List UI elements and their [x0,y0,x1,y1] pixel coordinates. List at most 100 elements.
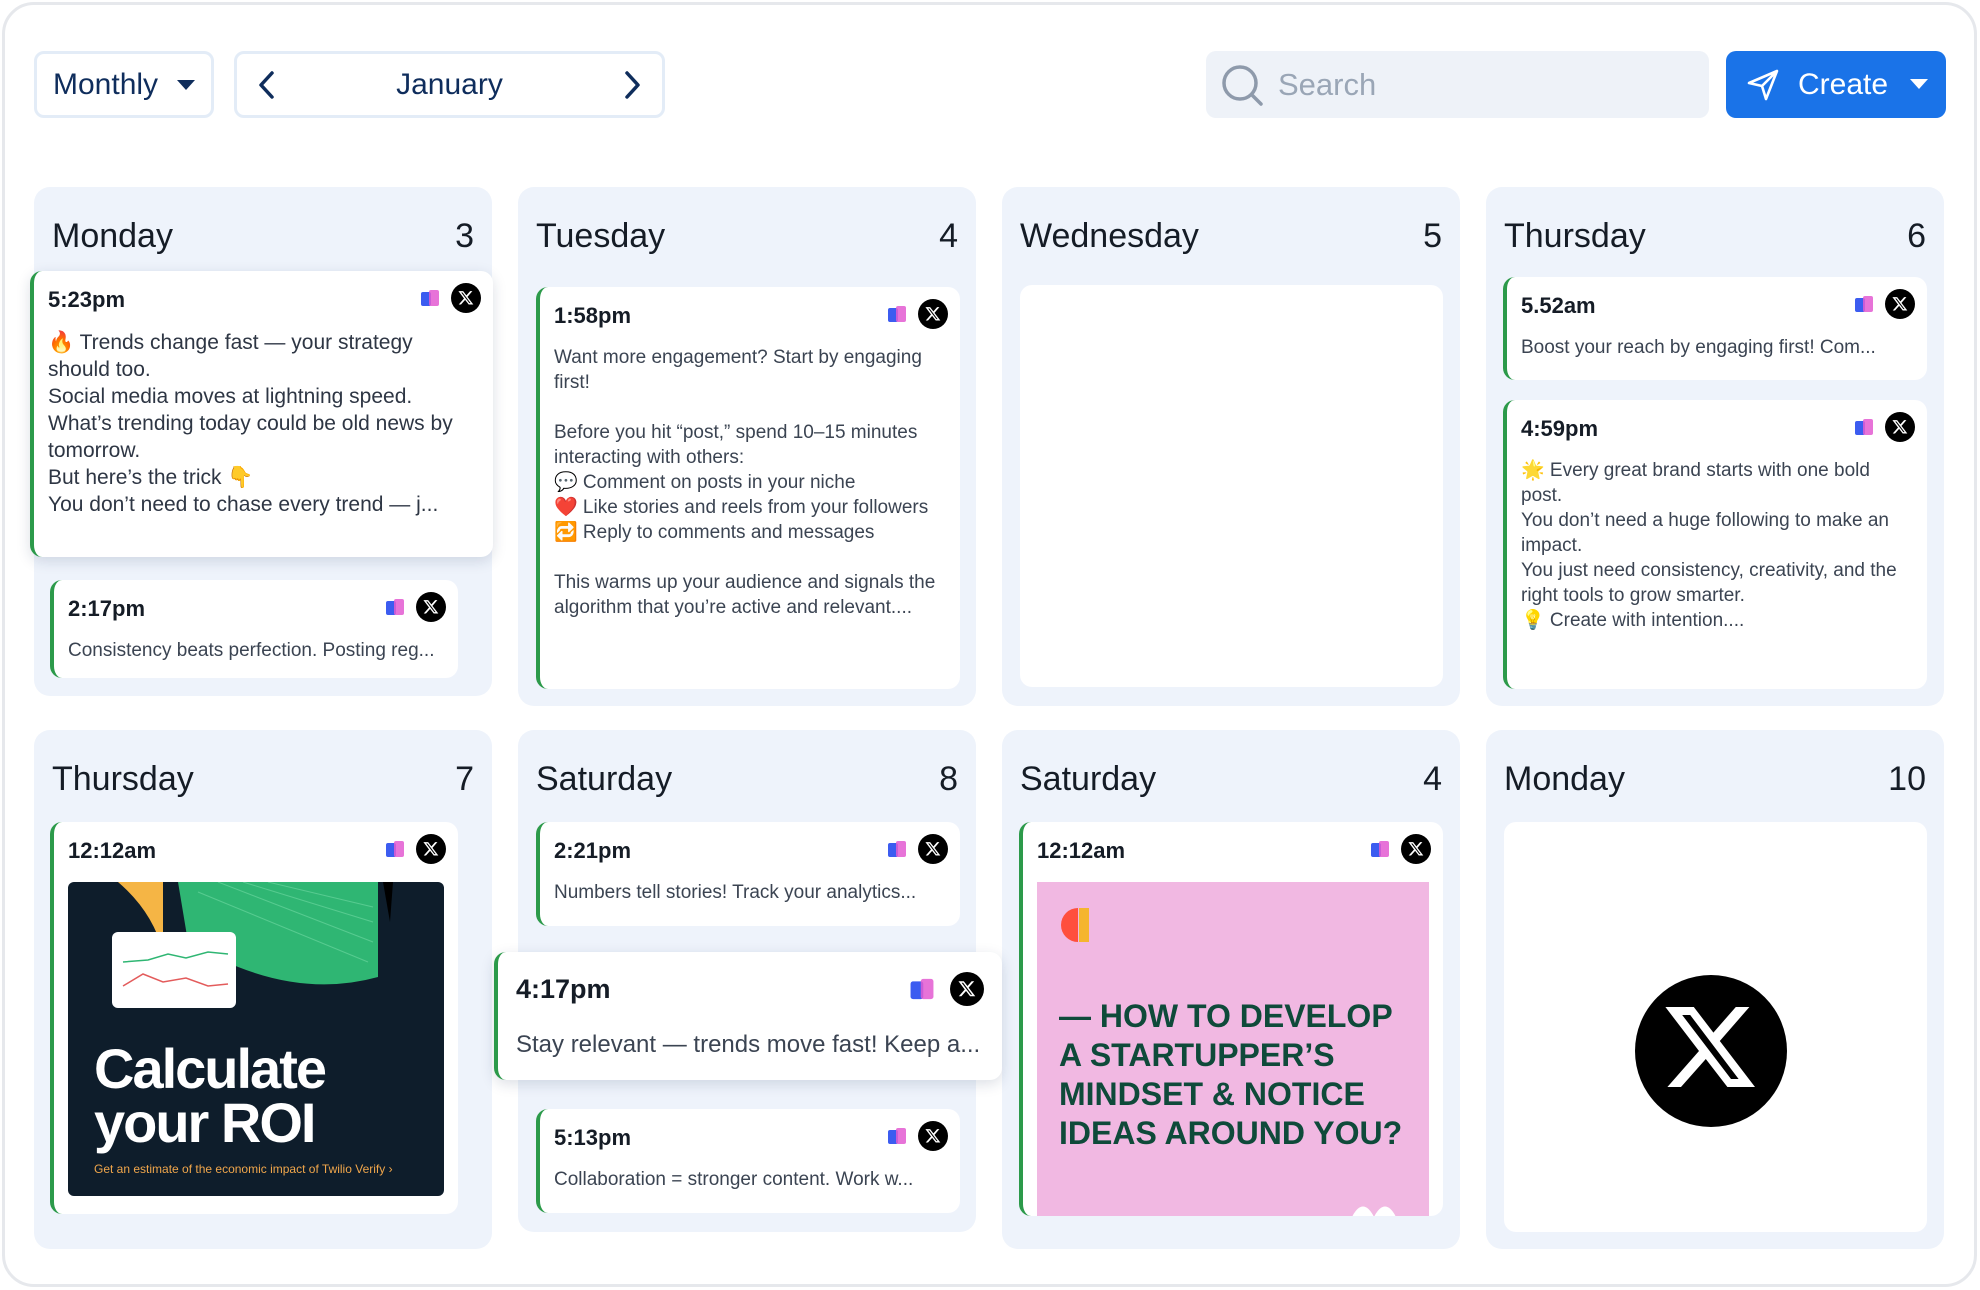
post-card[interactable]: 5:23pm 🔥 Trends change fast — your strat… [30,271,493,557]
search-input[interactable] [1278,66,1678,103]
day-name: Thursday [52,760,194,798]
post-card[interactable]: 5.52am Boost your reach by engaging firs… [1503,277,1927,380]
chevron-right-icon [625,70,640,99]
app-logo-icon [888,306,906,322]
decorative-graphic [112,882,393,1008]
post-card[interactable]: 4:17pm Stay relevant — trends move fast!… [494,952,1002,1080]
brand-logo-icon [1061,908,1089,942]
day-name: Saturday [1020,760,1157,798]
post-card[interactable]: 1:58pm Want more engagement? Start by en… [536,287,960,689]
post-text: 🌟 Every great brand starts with one bold… [1521,460,1897,631]
app-logo-icon [910,978,934,1000]
month-navigator: January [234,51,665,118]
post-time: 5:13pm [554,1125,632,1150]
app-logo-icon [421,290,439,306]
send-icon [1747,69,1779,100]
x-logo-icon [451,283,481,313]
post-time: 4:59pm [1521,416,1599,441]
post-platforms [1853,412,1915,442]
day-number: 7 [455,760,474,798]
day-name: Monday [52,217,173,255]
post-platforms [1853,289,1915,319]
post-image: Calculate your ROI Get an estimate of th… [68,882,444,1196]
post-time: 1:58pm [554,303,632,328]
day-number: 5 [1423,217,1442,255]
app-logo-icon [386,599,404,615]
day-number: 8 [939,760,958,798]
chevron-left-icon [259,70,274,99]
decorative-graphic [1352,1206,1396,1216]
post-platforms [886,299,948,329]
post-text: Collaboration = stronger content. Work w… [554,1169,914,1190]
post-time: 4:17pm [516,974,611,1004]
search-box [1206,51,1709,118]
day-name: Wednesday [1020,217,1199,255]
post-platforms [384,834,446,864]
post-text: Boost your reach by engaging first! Com.… [1521,337,1876,358]
app-logo-icon [386,841,404,857]
post-text: 🔥 Trends change fast — your strategy sho… [48,331,453,516]
app-logo-icon [1855,419,1873,435]
post-platforms [384,592,446,622]
post-card[interactable]: 4:59pm 🌟 Every great brand starts with o… [1503,400,1927,689]
x-logo-icon [1635,975,1787,1127]
day-name: Monday [1504,760,1625,798]
post-platforms [886,1121,948,1151]
day-number: 4 [939,217,958,255]
post-card[interactable] [1504,822,1927,1232]
post-platforms [908,972,984,1006]
day-number: 4 [1423,760,1442,798]
day-name: Saturday [536,760,673,798]
x-logo-icon [918,1121,948,1151]
post-image: — HOW TO DEVELOP A STARTUPPER’S MINDSET … [1037,882,1429,1216]
post-card[interactable]: 12:12am — HOW TO DEVELOP A STARTUPPER’S … [1019,822,1443,1216]
post-time: 2:21pm [554,838,632,863]
month-label: January [396,67,503,101]
image-subtitle: Get an estimate of the economic impact o… [94,1162,393,1176]
x-logo-icon [918,834,948,864]
create-button-label: Create [1798,67,1889,101]
view-select-label: Monthly [53,67,159,101]
app-logo-icon [1855,296,1873,312]
day-column: Wednesday 5 [1002,187,1460,706]
day-name: Thursday [1504,217,1646,255]
post-card[interactable]: 5:13pm Collaboration = stronger content.… [536,1109,960,1213]
image-headline: Calculate your ROI [94,1037,327,1154]
empty-day-card[interactable] [1020,285,1443,687]
app-logo-icon [1371,841,1389,857]
next-month-button[interactable] [602,54,662,115]
x-logo-icon [1885,289,1915,319]
post-text: Want more engagement? Start by engaging … [554,347,936,618]
day-number: 6 [1907,217,1926,255]
post-time: 5:23pm [48,287,126,312]
post-platforms [886,834,948,864]
post-text: Numbers tell stories! Track your analyti… [554,882,917,903]
post-card[interactable]: 2:17pm Consistency beats perfection. Pos… [50,580,458,678]
x-logo-icon [416,834,446,864]
x-logo-icon [918,299,948,329]
post-text: Consistency beats perfection. Posting re… [68,640,435,661]
x-logo-icon [416,592,446,622]
day-column: Monday 10 [1486,730,1944,1249]
app-logo-icon [888,1128,906,1144]
x-logo-icon [1885,412,1915,442]
post-time: 12:12am [68,838,157,863]
day-number: 3 [455,217,474,255]
day-number: 10 [1888,760,1926,798]
search-icon [1222,64,1263,106]
post-time: 12:12am [1037,838,1126,863]
post-platforms [1369,834,1431,864]
x-logo-icon [950,972,984,1006]
post-time: 5.52am [1521,293,1596,318]
view-select[interactable]: Monthly [34,51,214,118]
post-card[interactable]: 12:12am Calculate your ROI Get an estima… [50,822,458,1214]
post-text: Stay relevant — trends move fast! Keep a… [516,1031,981,1058]
app-logo-icon [888,841,906,857]
post-card[interactable]: 2:21pm Numbers tell stories! Track your … [536,822,960,926]
image-headline: — HOW TO DEVELOP A STARTUPPER’S MINDSET … [1059,998,1403,1151]
caret-down-icon [1910,79,1928,89]
create-button[interactable]: Create [1726,51,1946,118]
post-platforms [419,283,481,313]
caret-down-icon [177,80,195,90]
prev-month-button[interactable] [237,54,297,115]
